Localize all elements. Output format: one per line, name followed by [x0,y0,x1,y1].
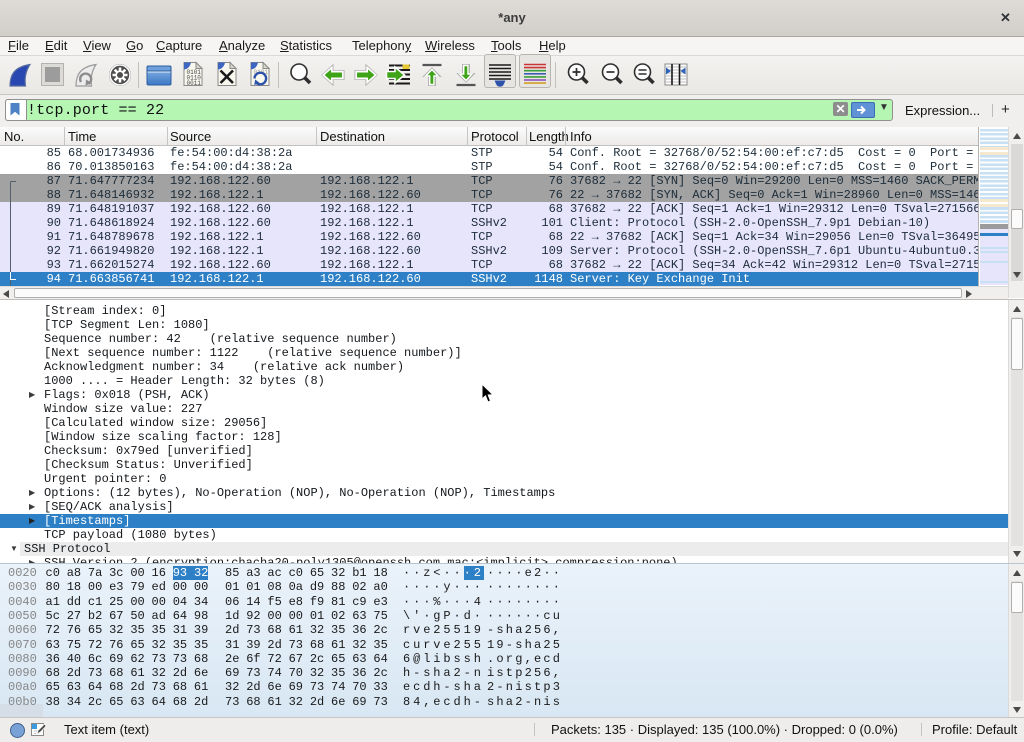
svg-text:0011: 0011 [187,80,202,87]
